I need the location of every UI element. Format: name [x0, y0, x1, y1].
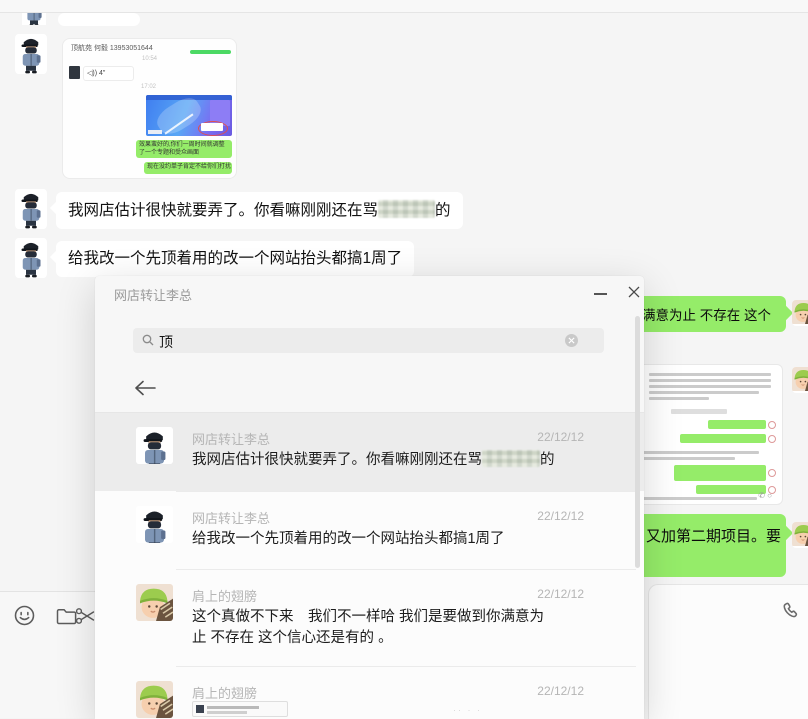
redaction-blur: [482, 450, 540, 467]
boy-avatar-icon: [22, 13, 46, 25]
search-result-row[interactable]: 网店转让李总 22/12/12 给我改一个先顶着用的改一个网站抬头都搞1周了: [95, 492, 644, 569]
baby-avatar-icon: [136, 681, 173, 718]
boy-avatar-icon: [136, 506, 173, 543]
baby-avatar-icon: [792, 522, 808, 546]
clear-icon: [568, 337, 575, 344]
boy-avatar-icon: [15, 189, 47, 229]
search-icon: [142, 334, 154, 346]
emoji-button[interactable]: [13, 604, 36, 627]
history-time-1: 10:54: [142, 56, 157, 62]
quoted-record-thumbnail: [192, 701, 288, 717]
boy-avatar-icon: [15, 238, 47, 278]
message-text: 我网店估计很快就要弄了。你看嘛刚刚还在骂: [192, 452, 482, 468]
boy-avatar-icon: [15, 34, 47, 74]
search-input[interactable]: 顶: [133, 328, 604, 353]
result-date: 22/12/12: [537, 430, 584, 444]
avatar-contact[interactable]: [15, 238, 47, 278]
result-date: 22/12/12: [537, 684, 584, 698]
back-arrow-icon: [133, 379, 157, 397]
voice-call-icon: [779, 601, 800, 622]
message-bubble[interactable]: 我网店估计很快就要弄了。你看嘛刚刚还在骂 的: [56, 192, 463, 229]
result-name: 网店转让李总: [192, 429, 270, 448]
close-button[interactable]: [623, 282, 645, 302]
boy-avatar-icon: [136, 427, 173, 464]
message-text: 我网店估计很快就要弄了。你看嘛刚刚还在骂: [68, 202, 378, 219]
history-green-bubble-2: 现在没约单子肯定不给你们打扰了,大干一场了: [144, 162, 232, 174]
search-result-row[interactable]: 肩上的翅膀 22/12/12 这个真做不下来 我们不一样哈 我们是要做到你满意为…: [95, 570, 644, 666]
back-button[interactable]: [133, 379, 159, 401]
baby-avatar-icon: [792, 300, 808, 324]
history-card-header: 顶航苑 何毅 13953051644: [71, 43, 153, 53]
result-avatar: [136, 427, 173, 464]
result-message: 给我改一个先顶着用的改一个网站抬头都搞1周了: [192, 529, 505, 550]
progress-bar: [190, 50, 231, 54]
voice-duration: 4": [99, 70, 105, 77]
message-text: 的: [540, 452, 555, 468]
avatar-self[interactable]: [792, 367, 808, 393]
ellipsis-decor: ·· · ·: [453, 705, 482, 715]
baby-avatar-icon: [792, 367, 808, 391]
result-avatar: [136, 681, 173, 718]
avatar-contact[interactable]: [15, 189, 47, 229]
screenshot-thumbnail: [146, 95, 232, 136]
search-dialog: 网店转让李总 顶 网店转让李总 22/12/12 我网店估计很快就要弄了。你看嘛…: [95, 276, 644, 718]
result-message: 我网店估计很快就要弄了。你看嘛刚刚还在骂 的: [192, 450, 555, 471]
mini-avatar: [69, 66, 80, 79]
toolbar-divider: [0, 591, 96, 592]
result-date: 22/12/12: [537, 587, 584, 601]
result-name: 网店转让李总: [192, 508, 270, 527]
minimize-icon: [594, 293, 607, 295]
result-name: 肩上的翅膀: [192, 683, 257, 702]
avatar-partial-top[interactable]: [22, 13, 46, 25]
result-avatar: [136, 506, 173, 543]
avatar-self[interactable]: [792, 522, 808, 548]
baby-avatar-icon: [136, 584, 173, 621]
result-message: 这个真做不下来 我们不一样哈 我们是要做到你满意为止 不存在 这个信心还是有的 …: [192, 607, 550, 649]
clear-search-button[interactable]: [565, 334, 578, 347]
dialog-scrollbar[interactable]: [635, 316, 640, 568]
result-name: 肩上的翅膀: [192, 586, 257, 605]
message-text: 满意为止 不存在 这个: [642, 304, 771, 324]
search-results-list: 网店转让李总 22/12/12 我网店估计很快就要弄了。你看嘛刚刚还在骂 的 网店…: [95, 412, 644, 719]
redaction-blur: [378, 200, 435, 218]
voice-call-button[interactable]: [779, 601, 800, 622]
history-green-bubble-1: 效果蛮好的,你们一周时间就调整了一个专题和受众画面: [136, 140, 232, 158]
search-value: 顶: [159, 332, 173, 352]
search-result-row[interactable]: 网店转让李总 22/12/12 我网店估计很快就要弄了。你看嘛刚刚还在骂 的: [95, 413, 644, 491]
chat-history-image[interactable]: 顶航苑 何毅 13953051644 10:54 ◁)) 4" 17:02 效果…: [62, 38, 237, 179]
close-icon: [628, 286, 640, 298]
history-time-2: 17:02: [141, 84, 156, 90]
avatar-contact[interactable]: [15, 34, 47, 74]
search-result-row[interactable]: 肩上的翅膀 22/12/12 ·· · ·: [95, 667, 644, 719]
partial-message-bubble: [58, 13, 140, 26]
mini-call-icons: ✆ ○: [758, 491, 772, 500]
avatar-self[interactable]: [792, 300, 808, 326]
result-avatar: [136, 584, 173, 621]
message-text: 给我改一个先顶着用的改一个网站抬头都搞1周了: [68, 250, 402, 267]
emoji-icon: [13, 604, 36, 627]
message-text: 又加第二期项目。要: [646, 525, 781, 546]
voice-message-bubble: ◁)) 4": [83, 66, 134, 81]
result-date: 22/12/12: [537, 509, 584, 523]
message-text: 的: [435, 202, 451, 219]
window-top-strip: [0, 0, 808, 13]
message-bubble[interactable]: 给我改一个先顶着用的改一个网站抬头都搞1周了: [56, 241, 414, 277]
minimize-button[interactable]: [590, 284, 612, 302]
wechat-app: { "colors":{"chat_bg":"#f5f5f5","bubble_…: [0, 0, 808, 718]
dialog-title: 网店转让李总: [114, 285, 192, 304]
